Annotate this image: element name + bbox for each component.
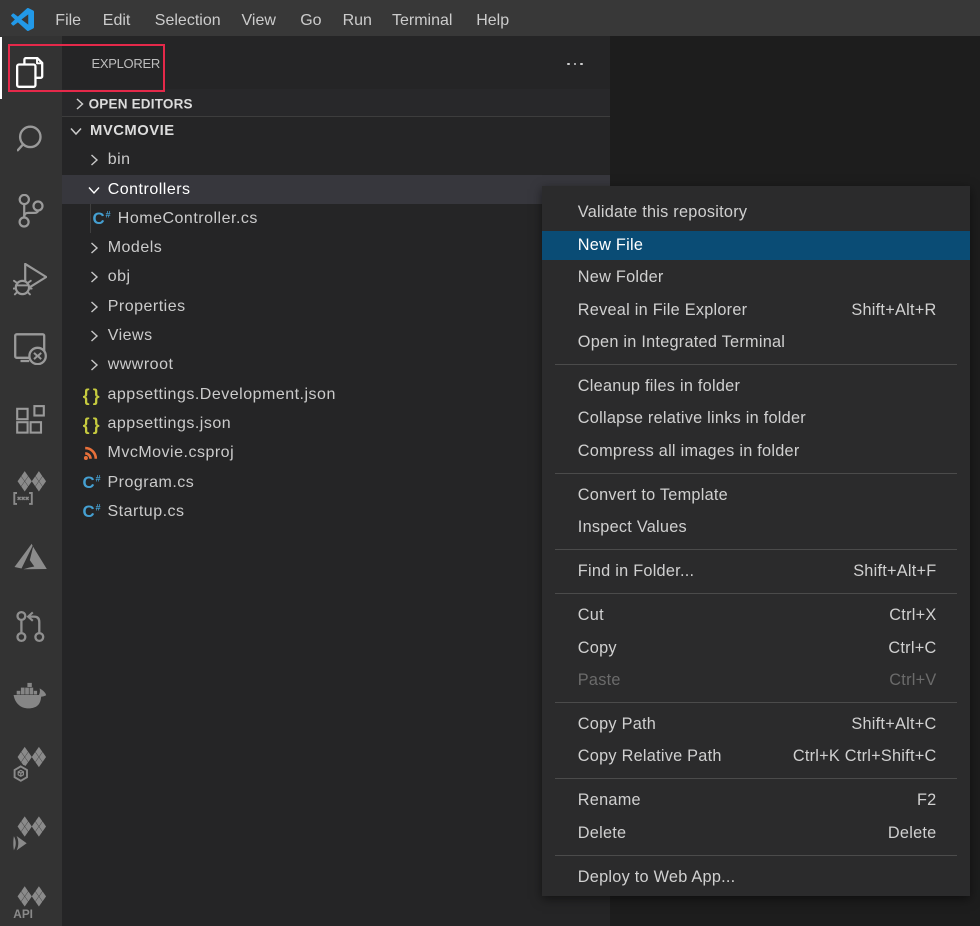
svg-text:C: C (92, 209, 104, 228)
svg-text:#: # (95, 502, 100, 512)
svg-text:}: } (92, 414, 99, 434)
svg-text:C: C (82, 473, 94, 492)
svg-text:API: API (13, 907, 33, 920)
svg-text:C: C (82, 502, 94, 521)
svg-text:#: # (95, 473, 100, 483)
svg-text:{: { (82, 385, 89, 405)
svg-text:{: { (82, 414, 89, 434)
svg-text:#: # (105, 209, 110, 219)
svg-text:}: } (92, 385, 99, 405)
